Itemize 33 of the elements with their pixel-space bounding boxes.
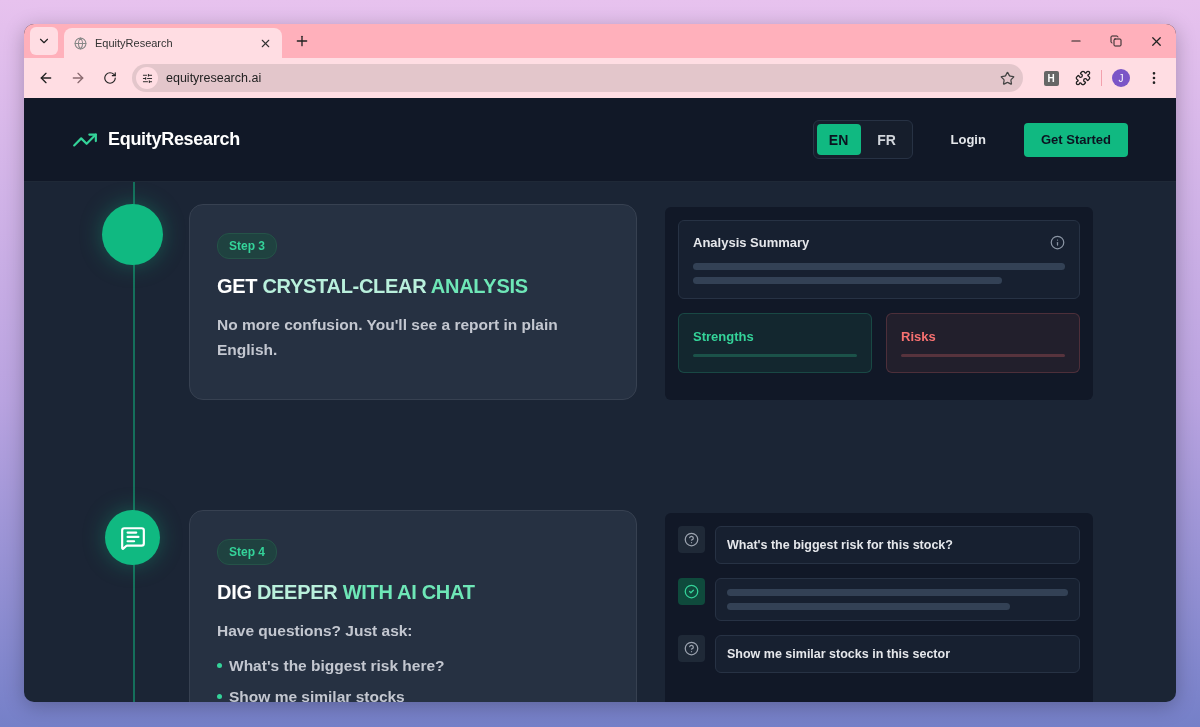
bullet-text: Show me similar stocks xyxy=(229,687,405,702)
extension-button[interactable]: H xyxy=(1037,64,1065,92)
step-description: No more confusion. You'll see a report in plain English. xyxy=(217,315,559,360)
bullet-text: What's the biggest risk here? xyxy=(229,656,445,676)
info-icon xyxy=(1050,235,1065,250)
language-button[interactable]: FR xyxy=(864,124,909,155)
step-badge: Step 3 xyxy=(217,233,277,259)
browser-tab[interactable]: EquityResearch xyxy=(64,28,282,58)
get-started-button[interactable]: Get Started xyxy=(1023,122,1128,157)
chat-icon xyxy=(119,524,146,551)
language-button[interactable]: EN xyxy=(816,124,861,155)
brand-name[interactable]: EquityResearch xyxy=(108,129,240,150)
login-link[interactable]: Login xyxy=(950,132,986,147)
globe-icon xyxy=(74,36,87,50)
step-badge: Step 4 xyxy=(217,539,277,565)
tile-label: Risks xyxy=(901,329,937,344)
question-text: What's the biggest risk for this stock? xyxy=(727,538,953,552)
tile-label: Strengths xyxy=(693,329,755,344)
forward-arrow-icon xyxy=(70,70,86,86)
step-title: GET CRYSTAL-CLEAR ANALYSIS xyxy=(217,275,529,298)
step-title: DIG DEEPER WITH AI CHAT xyxy=(217,581,476,604)
plus-icon xyxy=(294,33,310,49)
site-settings-icon[interactable] xyxy=(136,67,158,89)
profile-avatar[interactable]: J xyxy=(1112,69,1130,87)
restore-icon xyxy=(1110,35,1122,47)
bookmark-star-icon[interactable] xyxy=(1000,70,1015,86)
question-text: Show me similar stocks in this sector xyxy=(727,647,950,661)
address-bar[interactable]: equityresearch.ai xyxy=(132,64,1023,92)
reload-icon xyxy=(103,71,117,85)
bullet-dot xyxy=(217,663,222,668)
step-description: Have questions? Just ask: xyxy=(217,621,414,641)
bullet-dot xyxy=(217,694,222,699)
summary-title: Analysis Summary xyxy=(693,235,810,250)
